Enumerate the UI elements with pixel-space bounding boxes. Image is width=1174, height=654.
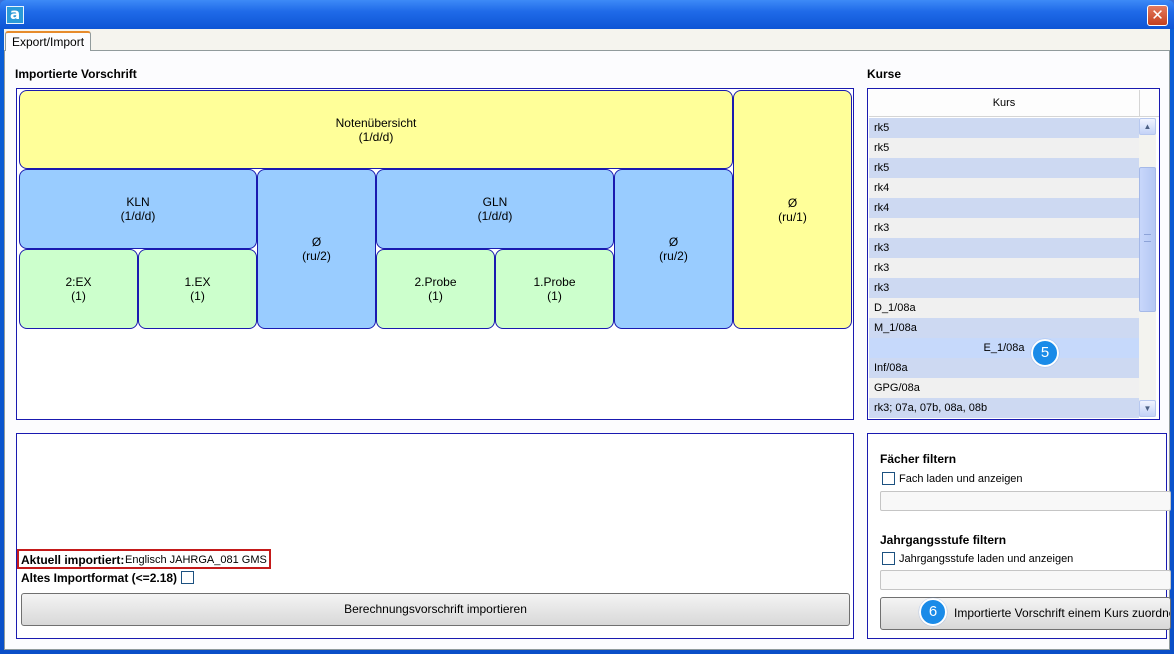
imported-label: Aktuell importiert: [21, 553, 125, 567]
node-sub: (1) [547, 289, 562, 303]
course-row[interactable]: rk3; 07a, 07b, 08a, 08b [869, 398, 1139, 418]
step-badge-6: 6 [919, 598, 947, 626]
course-row[interactable]: rk4 [869, 198, 1139, 218]
node-gln[interactable]: GLN (1/d/d) [376, 169, 614, 249]
node-sub: (ru/1) [778, 209, 807, 224]
course-row[interactable]: rk5 [869, 138, 1139, 158]
tab-page: Importierte Vorschrift Notenübersicht (1… [4, 51, 1171, 650]
course-row[interactable]: M_1/08a [869, 318, 1139, 338]
scroll-up-icon[interactable]: ▲ [1139, 118, 1156, 135]
course-row[interactable]: rk4 [869, 178, 1139, 198]
close-button[interactable]: ✕ [1147, 5, 1168, 26]
step-badge-5: 5 [1031, 339, 1059, 367]
node-title: KLN [126, 195, 150, 209]
import-rule-button[interactable]: Berechnungsvorschrift importieren [21, 593, 850, 626]
course-row[interactable]: rk3 [869, 218, 1139, 238]
course-row[interactable]: rk5 [869, 158, 1139, 178]
grade-filter-label: Jahrgangsstufe laden und anzeigen [899, 553, 1074, 565]
course-row[interactable]: Inf/08a [869, 358, 1139, 378]
subject-filter-checkbox[interactable] [882, 472, 895, 485]
node-sub: (1/d/d) [477, 209, 513, 223]
courses-title: Kurse [867, 67, 902, 81]
node-title: Notenübersicht [335, 115, 417, 130]
node-sub: (1) [190, 289, 205, 303]
node-title: GLN [482, 195, 508, 209]
node-probe2[interactable]: 2.Probe (1) [376, 249, 495, 329]
subject-filter-field[interactable] [880, 491, 1171, 511]
node-root-average[interactable]: Ø (ru/1) [733, 90, 852, 329]
courses-list: Kurs rk5 rk5 rk5 rk4 rk4 rk3 rk3 rk3 rk3 D_1/08a M… [867, 88, 1160, 420]
course-row[interactable]: rk5 [869, 118, 1139, 138]
node-title: 2:EX [65, 275, 92, 289]
node-kln[interactable]: KLN (1/d/d) [19, 169, 257, 249]
tab-strip: Export/Import [4, 29, 1170, 52]
header-corner [1139, 90, 1159, 117]
old-format-label: Altes Importformat (<=2.18) [21, 571, 178, 585]
course-row[interactable]: rk3 [869, 278, 1139, 298]
node-sub: (1/d/d) [358, 129, 394, 144]
node-title: Ø [787, 195, 798, 210]
node-ex1[interactable]: 1.EX (1) [138, 249, 257, 329]
node-sub: (ru/2) [302, 249, 331, 263]
app-logo-icon: a [6, 6, 24, 24]
old-format-checkbox[interactable] [181, 571, 194, 584]
column-header-kurs[interactable]: Kurs [869, 90, 1139, 117]
node-sub: (1) [71, 289, 86, 303]
course-row[interactable]: E_1/08a [869, 338, 1139, 358]
subject-filter-label: Fach laden und anzeigen [899, 473, 1023, 485]
imported-value: Englisch JAHRGA_081 GMS [125, 554, 267, 566]
scroll-thumb[interactable] [1139, 167, 1156, 312]
node-title: 2.Probe [414, 275, 457, 289]
course-row[interactable]: rk3 [869, 238, 1139, 258]
node-ex2[interactable]: 2:EX (1) [19, 249, 138, 329]
grade-filter-field[interactable] [880, 570, 1171, 590]
tab-export-import[interactable]: Export/Import [5, 31, 92, 52]
imported-rule-title: Importierte Vorschrift [15, 67, 137, 81]
node-notenuebersicht[interactable]: Notenübersicht (1/d/d) [19, 90, 733, 169]
node-title: 1.Probe [533, 275, 576, 289]
imported-status-box: Aktuell importiert: Englisch JAHRGA_081 … [17, 549, 271, 569]
grade-filter-title: Jahrgangsstufe filtern [880, 533, 1007, 547]
node-kln-average[interactable]: Ø (ru/2) [257, 169, 376, 329]
application-window: a ✕ Export/Import Importierte Vorschrift… [0, 0, 1174, 654]
course-row[interactable]: D_1/08a [869, 298, 1139, 318]
grade-filter-checkbox[interactable] [882, 552, 895, 565]
node-gln-average[interactable]: Ø (ru/2) [614, 169, 733, 329]
course-row[interactable]: rk3 [869, 258, 1139, 278]
node-title: 1.EX [184, 275, 211, 289]
node-probe1[interactable]: 1.Probe (1) [495, 249, 614, 329]
node-title: Ø [668, 235, 679, 249]
scroll-down-icon[interactable]: ▼ [1139, 400, 1156, 417]
rule-tree-panel: Notenübersicht (1/d/d) Ø (ru/1) KLN (1/d… [16, 88, 854, 420]
node-sub: (ru/2) [659, 249, 688, 263]
node-sub: (1) [428, 289, 443, 303]
course-row[interactable]: GPG/08a [869, 378, 1139, 398]
subject-filter-title: Fächer filtern [880, 452, 957, 466]
node-sub: (1/d/d) [120, 209, 156, 223]
client-area: Export/Import Importierte Vorschrift Not… [4, 29, 1171, 650]
grip-icon [1144, 234, 1151, 242]
node-title: Ø [311, 235, 322, 249]
courses-scrollbar[interactable]: ▲ ▼ [1139, 118, 1156, 417]
title-bar[interactable]: a ✕ [0, 0, 1174, 29]
